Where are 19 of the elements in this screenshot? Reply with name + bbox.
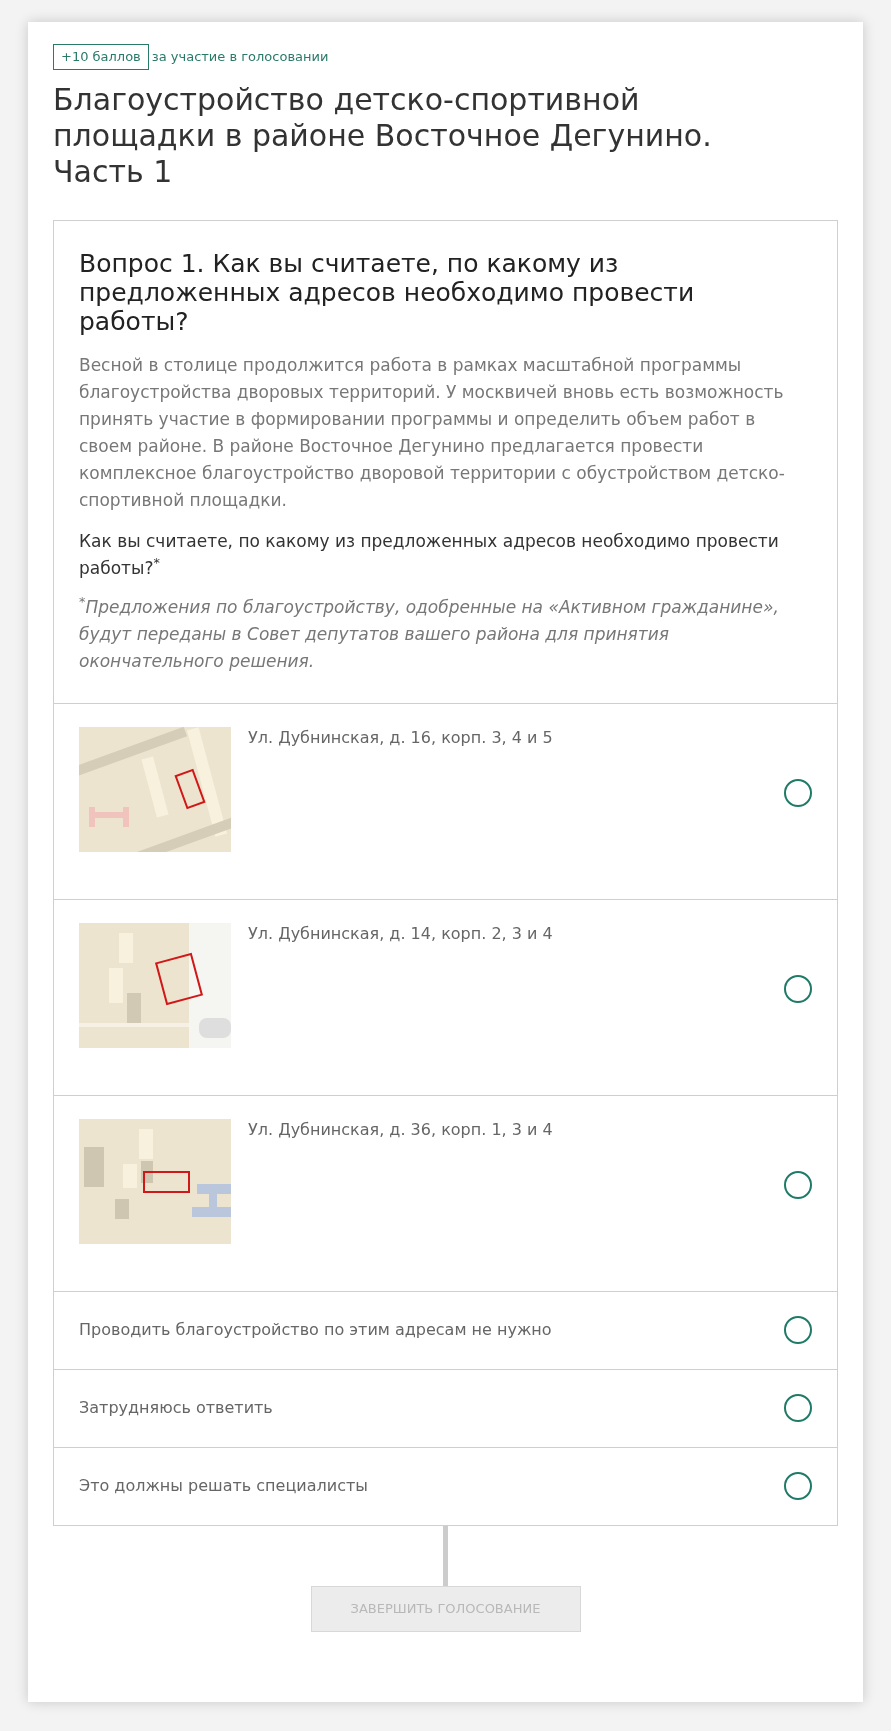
radio-button[interactable] — [784, 974, 812, 1003]
radio-button[interactable] — [784, 1472, 812, 1500]
points-caption: за участие в голосовании — [151, 48, 329, 66]
poll-title: Благоустройство детско-спортивной площадки в районе Восточное Дегунино. Часть 1 — [53, 81, 713, 190]
option-label: Ул. Дубнинская, д. 14, корп. 2, 3 и 4 — [248, 923, 553, 943]
points-badge: +10 баллов — [53, 44, 149, 70]
radio-button[interactable] — [784, 1316, 812, 1344]
option-label: Ул. Дубнинская, д. 16, корп. 3, 4 и 5 — [248, 727, 553, 747]
question-description: Весной в столице продолжится работа в рамках масштабной программы благоустройства дворовых территорий. У москвичей вновь есть возможность принять участие в формировании программы и определить объем работ в своем районе. В районе Восточное Дегунино предлагается провести комплексное благоустройство дворовой территории с обустройством детско-спортивной площадки. — [79, 353, 786, 512]
radio-button[interactable] — [784, 778, 812, 807]
option-label: Затрудняюсь ответить — [79, 1398, 273, 1417]
question-prompt: Как вы считаете, по какому из предложенных адресов необходимо провести работы?$^{*}$ — [79, 529, 780, 580]
question-heading: Вопрос 1. Как вы считаете, по какому из предложенных адресов необходимо провести работы? — [79, 248, 696, 336]
option-label: Это должны решать специалисты — [79, 1476, 368, 1495]
footnote: $^{*}$Предложения по благоустройству, одобренные на «Активном гражданине», будут переданы в Совет депутатов вашего района для принятия окончательного решения. — [79, 593, 780, 673]
option-label: Проводить благоустройство по этим адресам не нужно — [79, 1320, 552, 1339]
radio-button[interactable] — [784, 1170, 812, 1199]
radio-button[interactable] — [784, 1394, 812, 1422]
option-label: Ул. Дубнинская, д. 36, корп. 1, 3 и 4 — [248, 1119, 553, 1139]
